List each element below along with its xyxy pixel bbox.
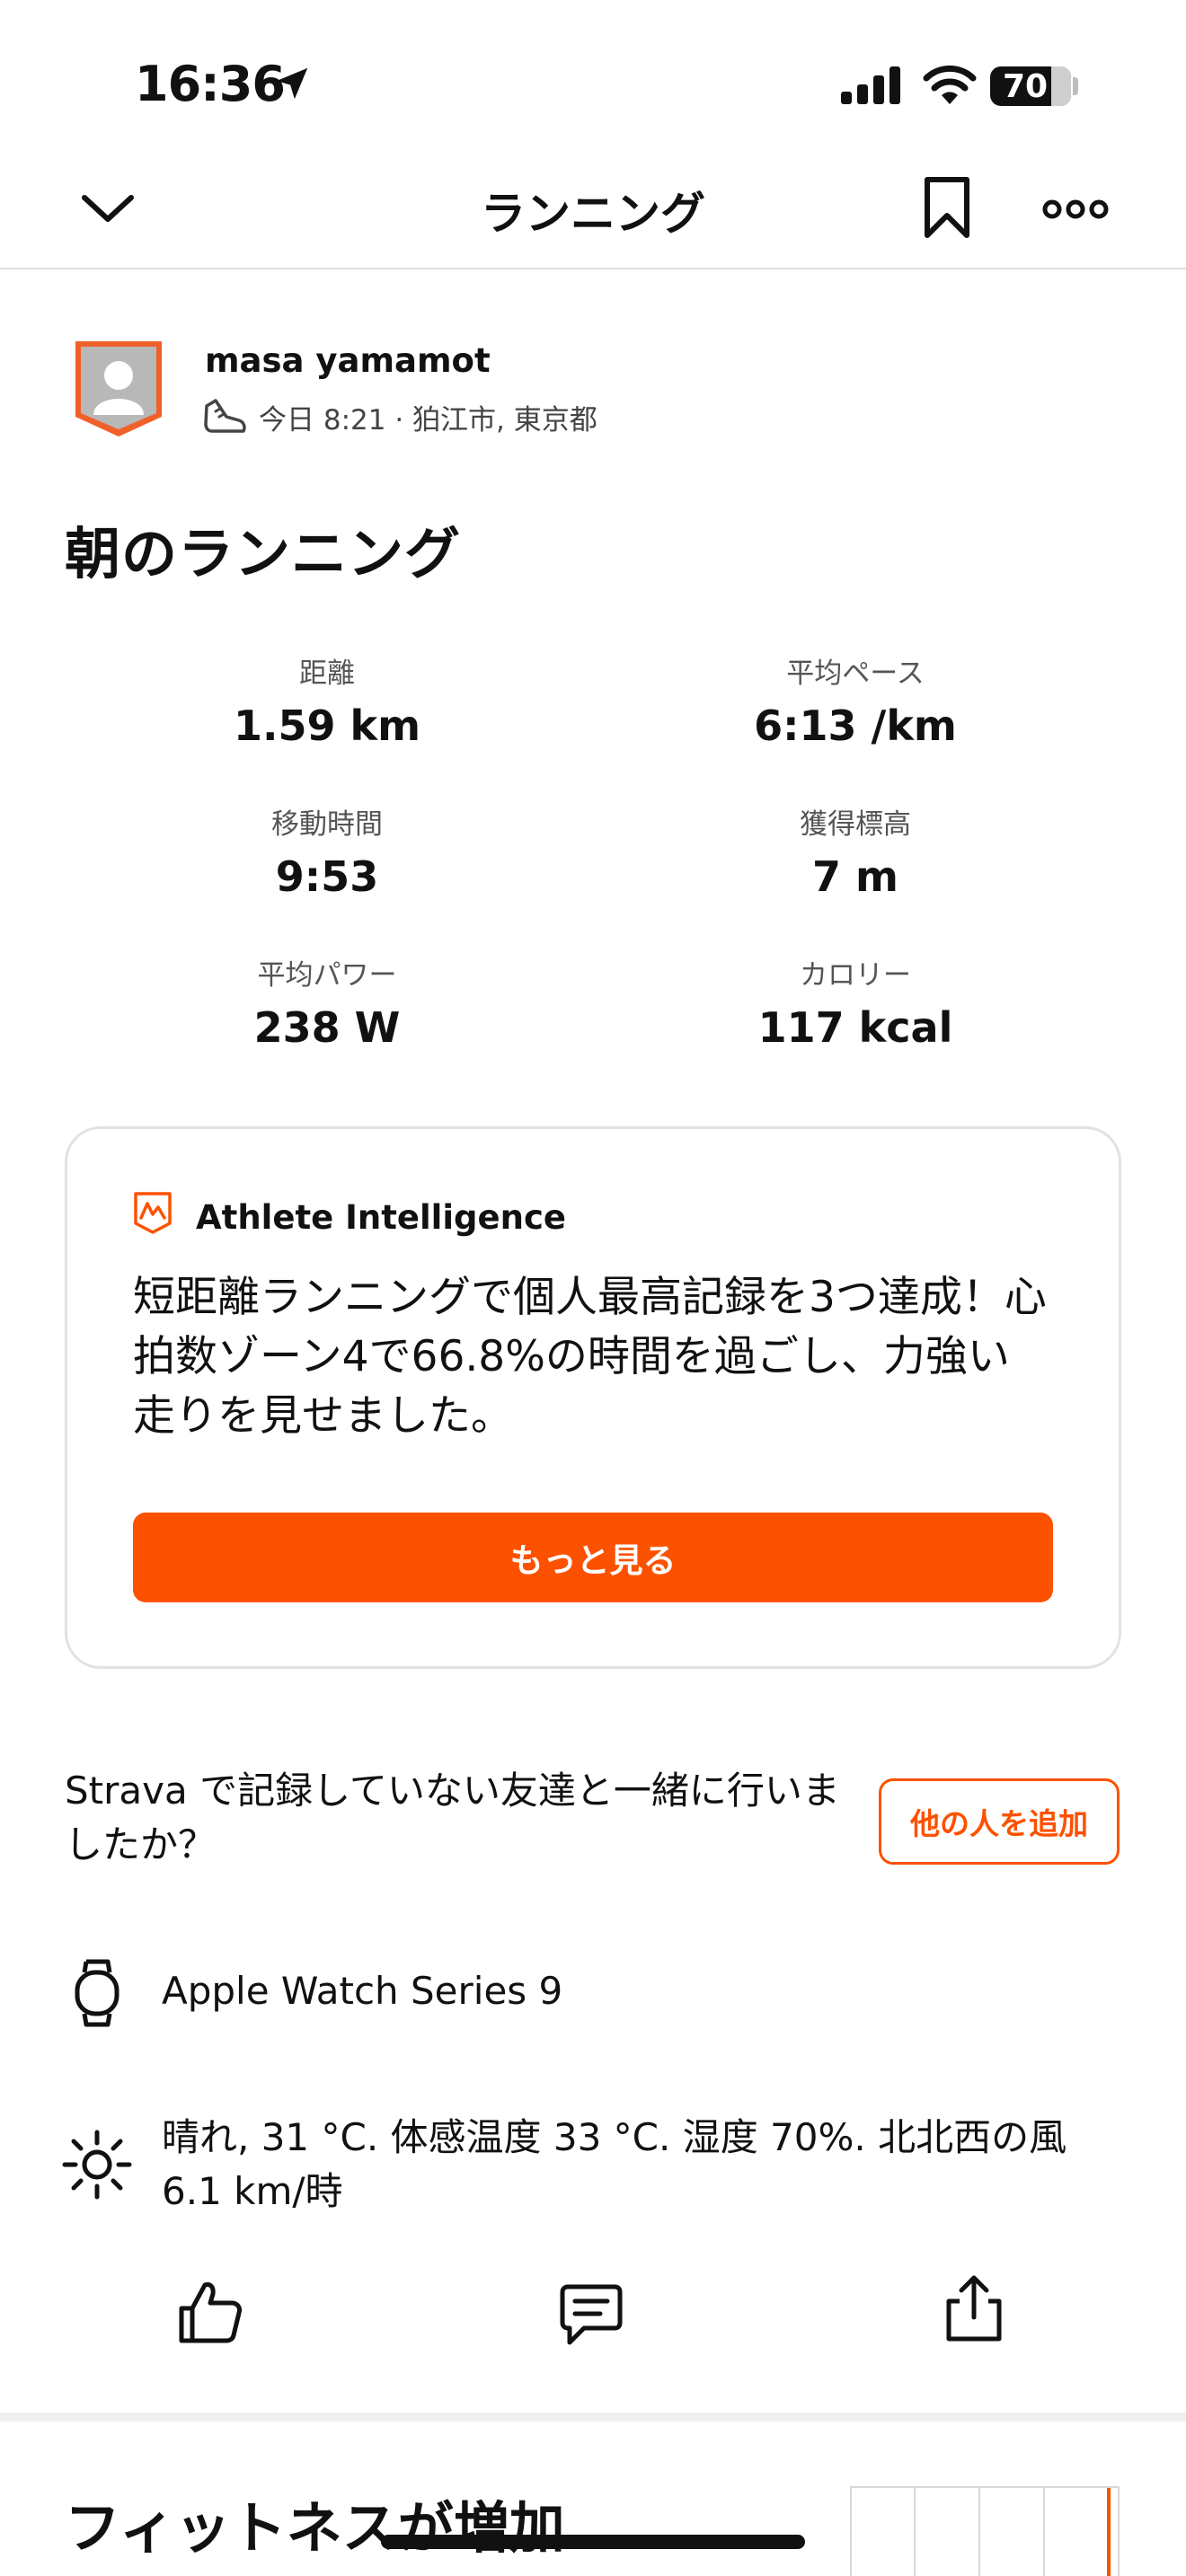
avatar-icon[interactable] (72, 338, 165, 438)
page-title: ランニング (481, 188, 705, 240)
location-arrow-icon (276, 67, 308, 100)
stat-value: 6:13 /km (754, 701, 957, 750)
stat-value: 7 m (812, 852, 898, 901)
add-friends-prompt: Strava で記録していない友達と一緒に行いましたか？ (65, 1769, 840, 1866)
signal-icon (841, 66, 900, 104)
stat-avg-pace: 平均ペース 6:13 /km (676, 650, 1035, 750)
stat-label: 移動時間 (271, 808, 383, 841)
activity-meta: 今日 8:21 · 狛江市, 東京都 (259, 404, 597, 437)
stat-value: 238 W (253, 1003, 401, 1052)
battery-level: 70 (1003, 67, 1049, 105)
running-shoe-icon (204, 399, 246, 433)
weather-info: 晴れ, 31 °C. 体感温度 33 °C. 湿度 70%. 北北西の風 6.1… (162, 2115, 1067, 2213)
stat-value: 117 kcal (757, 1003, 953, 1052)
fitness-mini-chart[interactable] (850, 2486, 1120, 2576)
see-more-button[interactable]: もっと見る (133, 1513, 1053, 1602)
like-icon[interactable] (176, 2278, 244, 2346)
stat-avg-power: 平均パワー 238 W (147, 952, 507, 1052)
status-time: 16:36 (135, 56, 286, 112)
stat-distance: 距離 1.59 km (147, 650, 507, 750)
add-others-button[interactable]: 他の人を追加 (879, 1778, 1120, 1865)
stat-elevation-gain: 獲得標高 7 m (676, 801, 1035, 901)
athlete-intelligence-icon (134, 1192, 172, 1234)
stat-value: 1.59 km (233, 701, 421, 750)
activity-title: 朝のランニング (65, 521, 462, 587)
stat-label: 平均ペース (786, 657, 925, 690)
battery-icon: 70 (990, 66, 1071, 106)
fitness-section-title: フィットネスが増加 (65, 2495, 565, 2561)
watch-icon (75, 1959, 119, 2027)
stat-label: 獲得標高 (800, 808, 911, 841)
section-divider (0, 2413, 1186, 2422)
stat-label: カロリー (800, 959, 911, 992)
home-indicator (381, 2535, 805, 2549)
stat-value: 9:53 (275, 852, 379, 901)
topbar-divider (0, 268, 1186, 269)
stat-label: 距離 (299, 657, 355, 690)
athlete-name[interactable]: masa yamamot (205, 341, 491, 380)
stat-calories: カロリー 117 kcal (676, 952, 1035, 1052)
stat-moving-time: 移動時間 9:53 (147, 801, 507, 901)
bookmark-icon[interactable] (922, 176, 972, 241)
device-name: Apple Watch Series 9 (162, 1969, 563, 2013)
share-icon[interactable] (943, 2272, 1005, 2344)
athlete-intelligence-title: Athlete Intelligence (196, 1198, 566, 1237)
stat-label: 平均パワー (257, 959, 397, 992)
athlete-intelligence-summary: 短距離ランニングで個人最高記録を3つ達成！心拍数ゾーン4で66.8%の時間を過ご… (133, 1273, 1047, 1441)
wifi-icon (923, 65, 977, 104)
more-icon[interactable] (1042, 196, 1109, 223)
comment-icon[interactable] (557, 2283, 625, 2348)
battery-nub (1073, 77, 1078, 95)
sun-icon (62, 2130, 132, 2200)
